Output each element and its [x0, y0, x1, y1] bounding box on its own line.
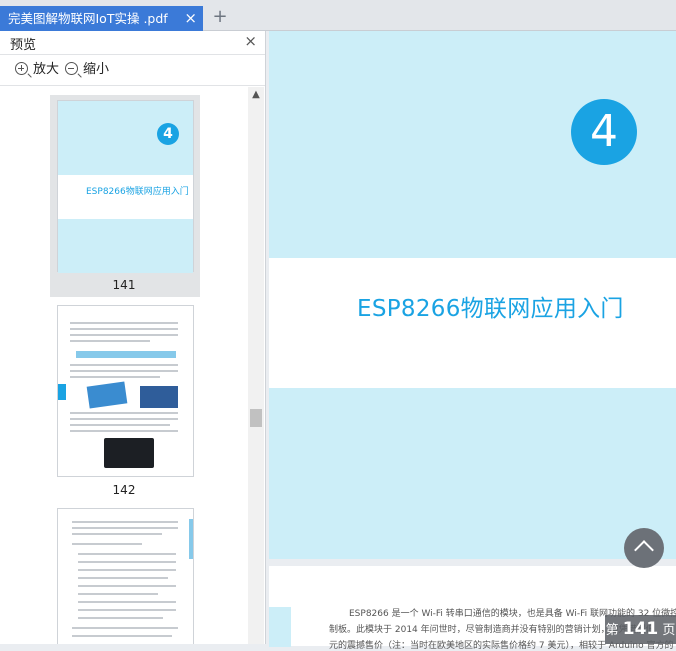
band-bottom [58, 219, 193, 273]
text-line [70, 328, 178, 330]
text-line [70, 364, 178, 366]
text-line [78, 569, 176, 571]
text-line [78, 553, 176, 555]
zoom-out-icon [65, 62, 78, 75]
text-line [78, 617, 163, 619]
text-line [70, 376, 160, 378]
section-heading [76, 351, 176, 358]
module-image [86, 381, 128, 409]
chevron-up-icon[interactable]: ▲ [248, 87, 264, 103]
text-line [72, 527, 178, 529]
page-suffix: 页 [662, 623, 676, 638]
document-page: 4 ESP8266物联网应用入门 [269, 31, 676, 559]
side-tab [269, 607, 291, 647]
text-line [70, 430, 178, 432]
text-line [70, 418, 178, 420]
text-line [78, 585, 176, 587]
text-line [70, 340, 150, 342]
text-line [72, 533, 162, 535]
close-icon[interactable]: × [244, 32, 257, 50]
thumbnail-scrollbar[interactable]: ▲ [248, 87, 264, 644]
text-line [70, 322, 178, 324]
thumbnail-page-143[interactable] [57, 508, 194, 644]
side-tab [58, 384, 66, 400]
module-image [140, 386, 178, 408]
chapter-title: ESP8266物联网应用入门 [357, 296, 624, 322]
document-viewer[interactable]: 4 ESP8266物联网应用入门 ESP8266 是一个 Wi-Fi 转串口通信… [266, 31, 676, 651]
text-line [78, 593, 158, 595]
board-image [104, 438, 154, 468]
text-line [78, 577, 168, 579]
thumbnail-label: 142 [112, 483, 136, 497]
page-prefix: 第 [605, 623, 619, 638]
text-line [70, 424, 170, 426]
text-line [78, 561, 176, 563]
text-line [78, 601, 176, 603]
text-line [70, 334, 178, 336]
text-line [78, 609, 176, 611]
tab-bar: 完美图解物联网IoT实操 .pdf × + [0, 0, 676, 31]
zoom-in-label: 放大 [33, 62, 60, 77]
text-line [72, 627, 178, 629]
thumbnail-page-141[interactable]: 4 ESP8266物联网应用入门 [57, 100, 194, 273]
zoom-out-button[interactable]: 缩小 [65, 61, 109, 79]
text-line [72, 635, 172, 637]
tab-title: 完美图解物联网IoT实操 .pdf [8, 11, 168, 26]
text-line [70, 370, 178, 372]
thumbnail-page-142[interactable] [57, 305, 194, 477]
new-tab-button[interactable]: + [210, 5, 230, 29]
preview-title: 预览 [10, 38, 37, 53]
close-icon[interactable]: × [184, 6, 197, 31]
chapter-badge: 4 [157, 123, 179, 145]
zoom-in-button[interactable]: 放大 [15, 61, 59, 79]
back-to-top-button[interactable] [624, 528, 664, 568]
zoom-in-icon [15, 62, 28, 75]
chapter-title: ESP8266物联网应用入门 [86, 187, 189, 197]
page-indicator: 第 141 页 [605, 615, 676, 644]
preview-panel: 预览 × 放大 缩小 4 ESP8266物联网应用入门 141 142 ▲ [0, 31, 266, 644]
chevron-up-icon [634, 540, 654, 560]
preview-header: 预览 × [0, 31, 265, 55]
chapter-badge: 4 [571, 99, 637, 165]
thumbnail-label: 141 [112, 278, 136, 292]
text-line [70, 412, 178, 414]
text-line [72, 521, 178, 523]
side-tab [189, 519, 193, 559]
page-number: 141 [622, 619, 659, 639]
tab-document[interactable]: 完美图解物联网IoT实操 .pdf × [0, 6, 203, 31]
band-bottom [269, 388, 676, 559]
zoom-out-label: 缩小 [83, 62, 110, 77]
scrollbar-thumb[interactable] [250, 409, 262, 427]
zoom-toolbar: 放大 缩小 [0, 55, 265, 86]
text-line [72, 543, 142, 545]
thumbnail-list: 4 ESP8266物联网应用入门 141 142 [0, 87, 248, 644]
